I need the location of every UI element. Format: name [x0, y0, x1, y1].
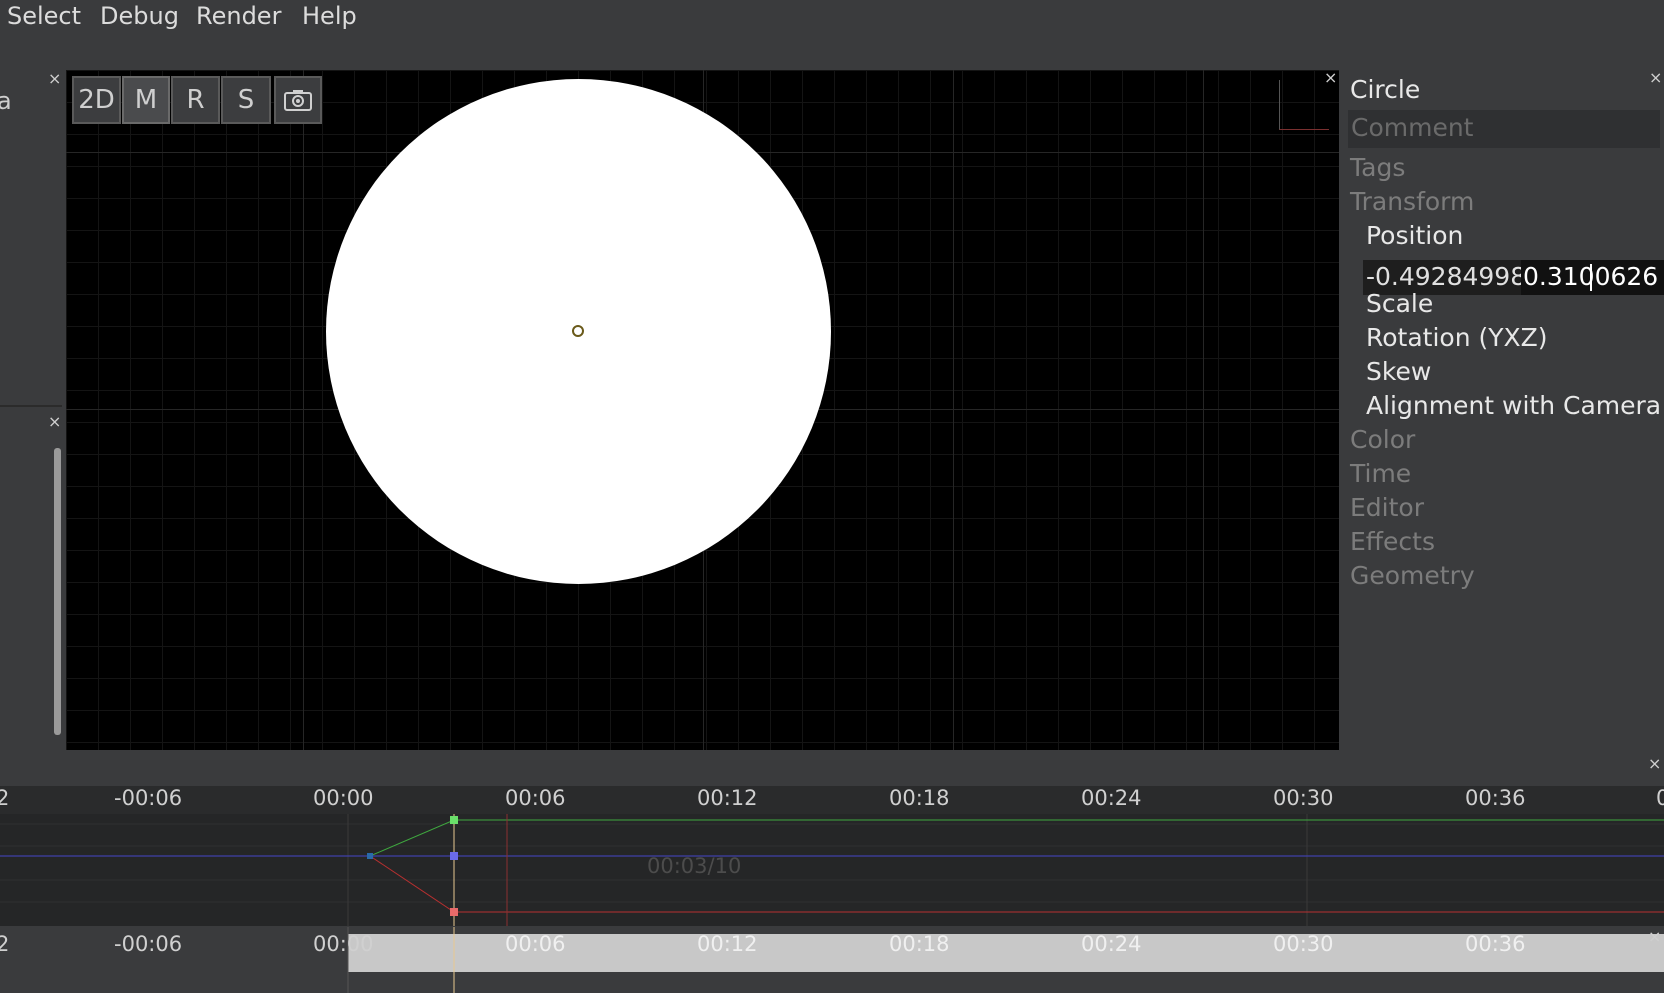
pivot-handle[interactable]: [572, 325, 584, 337]
text-caret: [1590, 264, 1592, 291]
timeline-panel: × 2 -00:06 00:00 00:06 00:12 00:18 00:24…: [0, 754, 1664, 927]
tick-label: 00:06: [505, 786, 566, 810]
camera-icon: [284, 90, 312, 111]
close-icon[interactable]: ×: [48, 71, 61, 87]
close-icon[interactable]: ×: [1648, 756, 1661, 772]
tick-label: 00:06: [505, 932, 566, 956]
left-panel-top: a ×: [0, 67, 62, 407]
mode-2d-button[interactable]: 2D: [72, 76, 121, 124]
grid-line: [303, 70, 304, 750]
move-button[interactable]: M: [122, 76, 170, 124]
section-geometry[interactable]: Geometry: [1350, 561, 1475, 590]
keyframe: [450, 816, 458, 824]
grid-line: [953, 70, 954, 750]
prop-rotation[interactable]: Rotation (YXZ): [1366, 323, 1548, 352]
tick-label: 2: [0, 786, 10, 810]
left-panel-text: a: [0, 87, 12, 115]
time-range-ruler[interactable]: 2 -00:06 00:00 00:06 00:12 00:18 00:24 0…: [0, 927, 1664, 993]
curve-editor[interactable]: 00:03/10: [0, 814, 1664, 926]
tick-label: 00:30: [1273, 932, 1334, 956]
menu-help[interactable]: Help: [302, 2, 357, 30]
tick-label: 00:12: [697, 932, 758, 956]
menu-debug[interactable]: Debug: [100, 2, 179, 30]
section-time[interactable]: Time: [1350, 459, 1411, 488]
tick-label: 0: [1656, 786, 1664, 810]
section-transform[interactable]: Transform: [1350, 187, 1474, 216]
tick-label: -00:06: [114, 932, 183, 956]
section-editor[interactable]: Editor: [1350, 493, 1424, 522]
viewport[interactable]: × 2D M R S: [66, 70, 1339, 750]
menu-render[interactable]: Render: [196, 2, 281, 30]
close-icon[interactable]: ×: [48, 414, 61, 430]
object-title: Circle: [1350, 75, 1421, 104]
menu-bar: Select Debug Render Help: [0, 0, 1664, 66]
scrollbar[interactable]: [54, 448, 61, 735]
section-effects[interactable]: Effects: [1350, 527, 1435, 556]
prop-scale[interactable]: Scale: [1366, 289, 1433, 318]
comment-placeholder: Comment: [1351, 113, 1474, 142]
prop-alignment[interactable]: Alignment with Camera: [1366, 391, 1661, 420]
curve-red: [369, 855, 1664, 913]
curve-green: [369, 819, 1664, 857]
tick-label: 00:00: [313, 786, 374, 810]
tick-label: 00:00: [313, 932, 374, 956]
grid-line: [1203, 70, 1204, 750]
position-x-input[interactable]: -0.49284998: [1366, 262, 1526, 291]
tick-label: 00:24: [1081, 786, 1142, 810]
prop-skew[interactable]: Skew: [1366, 357, 1431, 386]
close-icon[interactable]: ×: [1649, 70, 1662, 86]
tick-label: 00:18: [889, 932, 950, 956]
comment-input[interactable]: Comment: [1348, 110, 1660, 148]
left-panel-bottom: ×: [0, 410, 62, 750]
axis-gizmo: [1279, 80, 1329, 130]
tick-label: 00:36: [1465, 786, 1526, 810]
close-icon[interactable]: ×: [1324, 70, 1337, 86]
tick-label: 00:36: [1465, 932, 1526, 956]
scale-button[interactable]: S: [221, 76, 271, 124]
section-color[interactable]: Color: [1350, 425, 1415, 454]
tick-label: 00:24: [1081, 932, 1142, 956]
prop-position[interactable]: Position: [1366, 221, 1463, 250]
tick-label: 00:12: [697, 786, 758, 810]
curve-graph: [0, 814, 1664, 926]
close-icon[interactable]: ×: [1648, 929, 1661, 945]
tick-label: 2: [0, 932, 10, 956]
menu-select[interactable]: Select: [7, 2, 81, 30]
current-time-readout: 00:03/10: [647, 854, 742, 878]
rotate-button[interactable]: R: [171, 76, 220, 124]
screenshot-button[interactable]: [274, 76, 322, 124]
timeline-ruler[interactable]: 2 -00:06 00:00 00:06 00:12 00:18 00:24 0…: [0, 786, 1664, 814]
keyframe: [367, 853, 373, 859]
viewport-toolbar: 2D M R S: [72, 76, 323, 124]
ruler-overlay: [347, 927, 455, 993]
keyframe: [450, 908, 458, 916]
section-tags[interactable]: Tags: [1350, 153, 1405, 182]
tick-label: -00:06: [114, 786, 183, 810]
properties-panel: Circle × Comment Tags Transform Position…: [1343, 70, 1664, 750]
tick-label: 00:18: [889, 786, 950, 810]
tick-label: 00:30: [1273, 786, 1334, 810]
keyframe: [450, 852, 458, 860]
